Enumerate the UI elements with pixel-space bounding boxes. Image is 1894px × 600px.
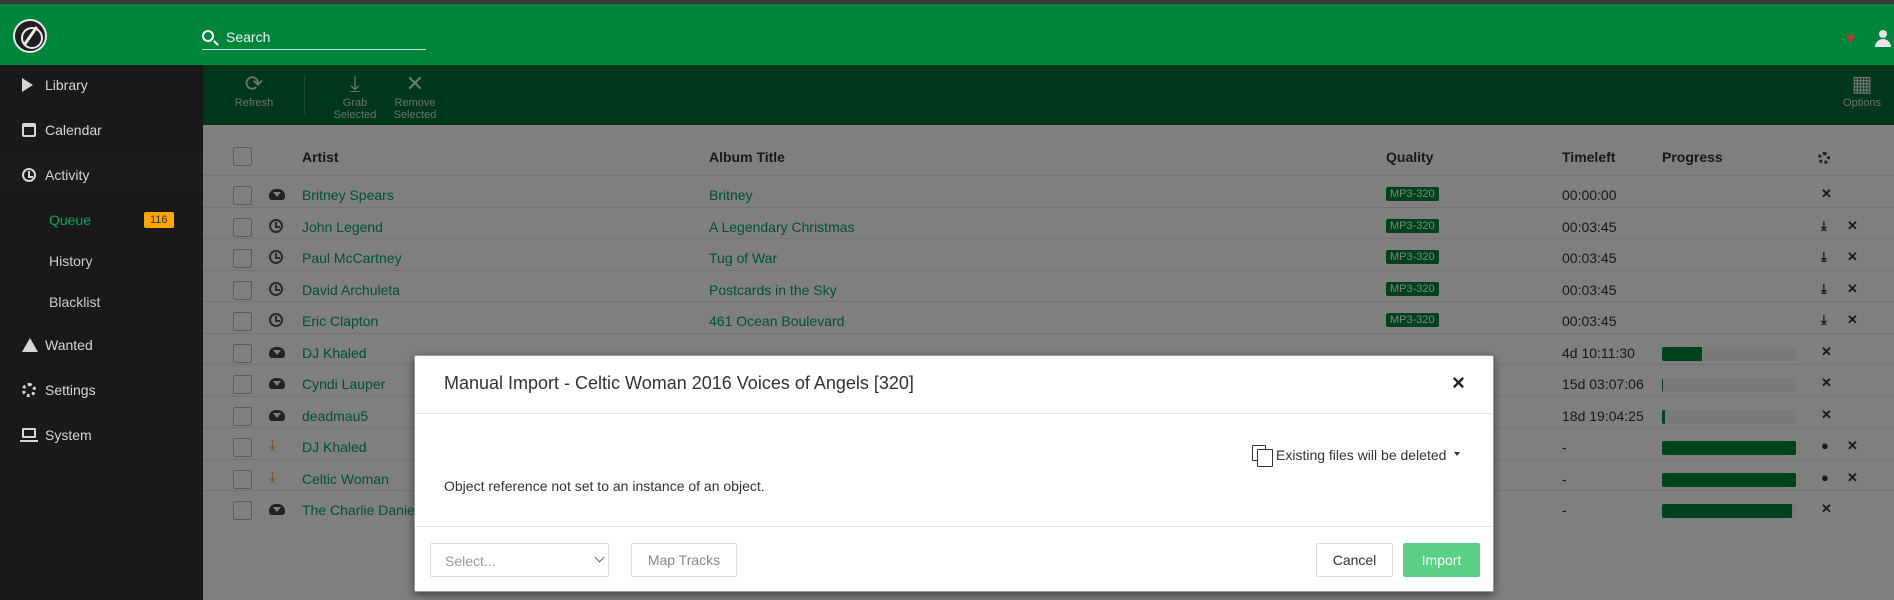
sidebar-subitem-blacklist[interactable]: Blacklist	[0, 285, 203, 319]
search-container	[202, 26, 426, 50]
caret-down-icon[interactable]	[1454, 452, 1460, 456]
sidebar-subitem-queue[interactable]: Queue 116	[0, 203, 203, 237]
sidebar-item-label: Library	[45, 77, 88, 93]
sidebar-item-calendar[interactable]: Calendar	[0, 110, 203, 150]
sidebar-subitem-history[interactable]: History	[0, 244, 203, 278]
sidebar-item-library[interactable]: Library	[0, 65, 203, 105]
sidebar-subitem-label: Queue	[49, 212, 92, 228]
sidebar-item-activity[interactable]: Activity	[0, 155, 203, 195]
sidebar-item-system[interactable]: System	[0, 415, 203, 455]
sidebar-item-settings[interactable]: Settings	[0, 370, 203, 410]
modal-title: Manual Import - Celtic Woman 2016 Voices…	[444, 373, 914, 393]
sidebar-item-wanted[interactable]: Wanted	[0, 325, 203, 365]
modal-footer-divider	[415, 526, 1493, 527]
clone-icon	[1252, 445, 1273, 467]
error-message: Object reference not set to an instance …	[444, 478, 765, 494]
laptop-icon	[20, 428, 38, 442]
heart-icon[interactable]: ♥	[1846, 30, 1855, 47]
header-bar: ♥	[0, 4, 1894, 65]
select-value: Select...	[445, 553, 496, 569]
calendar-icon	[22, 123, 36, 137]
sidebar: Library Calendar Activity Queue 116 Hist…	[0, 65, 203, 600]
warning-icon	[22, 338, 38, 352]
manual-import-modal: Manual Import - Celtic Woman 2016 Voices…	[414, 355, 1494, 592]
sidebar-subitem-label: Blacklist	[49, 294, 101, 310]
queue-count-badge: 116	[144, 212, 174, 228]
sidebar-item-label: System	[45, 427, 92, 443]
user-icon[interactable]	[1874, 30, 1894, 48]
modal-header-divider	[415, 413, 1493, 414]
chevron-down-icon	[594, 552, 605, 563]
lidarr-logo-icon[interactable]	[13, 19, 47, 53]
close-icon[interactable]: ×	[1452, 370, 1465, 396]
sidebar-item-label: Activity	[45, 167, 90, 183]
import-mode-dropdown[interactable]: Existing files will be deleted	[1276, 447, 1446, 463]
search-input[interactable]	[226, 26, 426, 48]
sidebar-subitem-label: History	[49, 253, 93, 269]
sidebar-item-label: Wanted	[45, 337, 93, 353]
sidebar-item-label: Settings	[45, 382, 96, 398]
cancel-button[interactable]: Cancel	[1316, 543, 1393, 577]
sidebar-item-label: Calendar	[45, 122, 102, 138]
play-icon	[22, 78, 33, 92]
map-tracks-button[interactable]: Map Tracks	[631, 543, 737, 577]
import-button[interactable]: Import	[1403, 543, 1480, 577]
select-dropdown[interactable]: Select...	[430, 543, 609, 577]
search-icon	[202, 30, 214, 42]
gear-icon	[22, 383, 36, 397]
clock-icon	[22, 168, 36, 182]
